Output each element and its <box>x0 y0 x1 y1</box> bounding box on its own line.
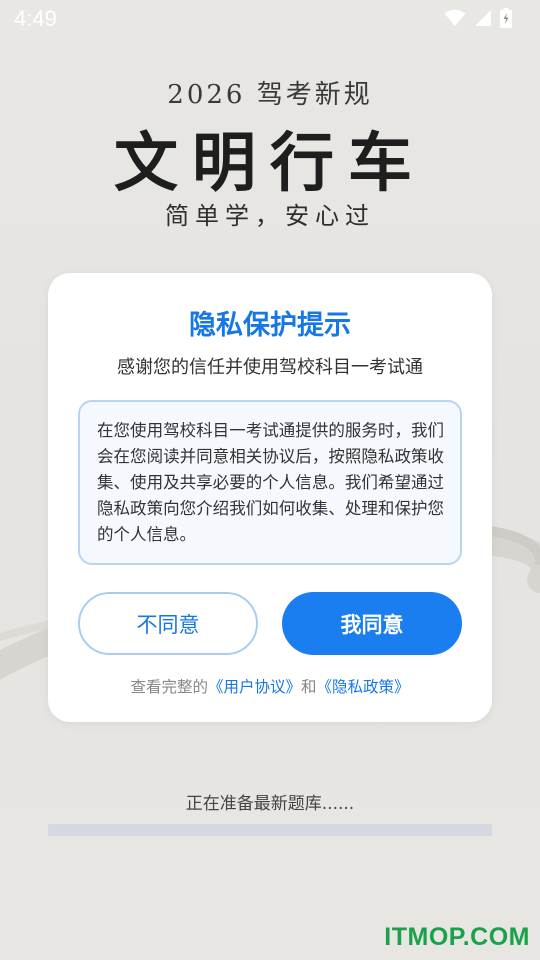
disagree-button[interactable]: 不同意 <box>78 592 258 655</box>
dialog-footer: 查看完整的《用户协议》和《隐私政策》 <box>48 675 492 697</box>
splash-title: 文明行车 <box>114 126 426 201</box>
loading-text: 正在准备最新题库...... <box>185 794 355 814</box>
privacy-notice-text: 在您使用驾校科目一考试通提供的服务时，我们会在您阅读并同意相关协议后，按照隐私政… <box>97 421 444 544</box>
footer-prefix: 查看完整的 <box>130 678 208 696</box>
signal-icon <box>474 9 492 27</box>
watermark: ITMOP.COM <box>384 923 530 951</box>
status-icons <box>444 8 512 28</box>
privacy-notice-box: 在您使用驾校科目一考试通提供的服务时，我们会在您阅读并同意相关协议后，按照隐私政… <box>78 400 462 565</box>
splash-slogan: 简单学，安心过 <box>165 202 375 230</box>
footer-and: 和 <box>301 678 317 696</box>
splash-year-line: 2026 驾考新规 <box>167 80 373 110</box>
wifi-icon <box>444 9 466 27</box>
status-bar: 4:49 <box>0 0 540 38</box>
user-agreement-link[interactable]: 《用户协议》 <box>208 678 301 696</box>
dialog-subtitle: 感谢您的信任并使用驾校科目一考试通 <box>117 357 423 378</box>
agree-button[interactable]: 我同意 <box>282 592 462 655</box>
privacy-dialog: 隐私保护提示 感谢您的信任并使用驾校科目一考试通 在您使用驾校科目一考试通提供的… <box>48 273 492 722</box>
battery-charging-icon <box>500 8 512 28</box>
status-time: 4:49 <box>14 6 57 31</box>
privacy-policy-link[interactable]: 《隐私政策》 <box>317 678 410 696</box>
loading-progress-bar <box>48 824 492 836</box>
dialog-title: 隐私保护提示 <box>189 310 351 341</box>
